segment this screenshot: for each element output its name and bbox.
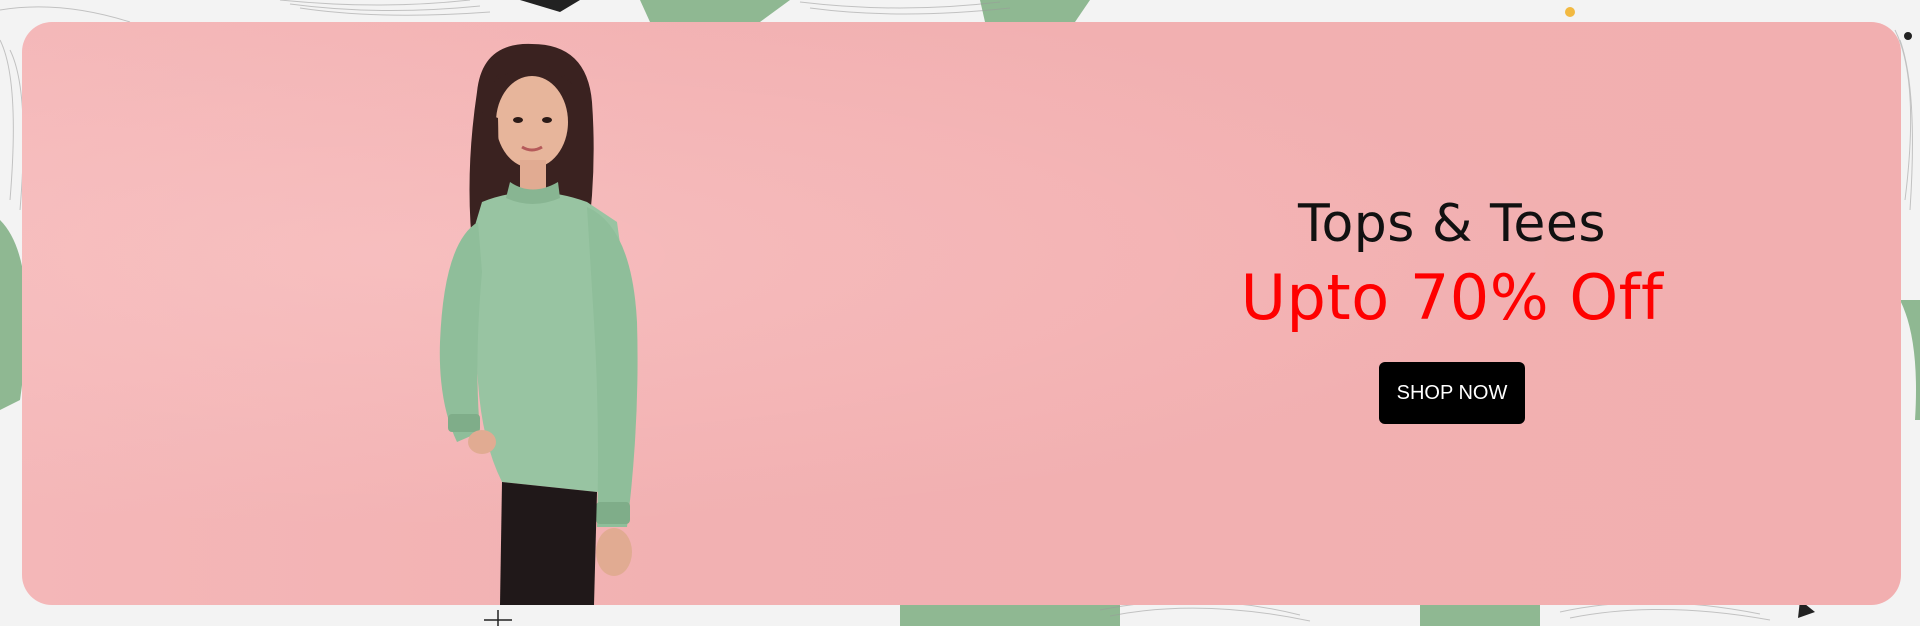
promo-title: Tops & Tees [1298,194,1606,254]
model-image [439,43,638,605]
shop-now-button[interactable]: SHOP NOW [1378,362,1526,424]
promo-offer: Upto 70% Off [1240,261,1664,334]
promo-page: Tops & Tees Upto 70% Off SHOP NOW [0,0,1920,626]
promo-text-block: Tops & Tees Upto 70% Off SHOP NOW [1142,192,1762,424]
promo-banner[interactable]: Tops & Tees Upto 70% Off SHOP NOW [22,22,1901,605]
